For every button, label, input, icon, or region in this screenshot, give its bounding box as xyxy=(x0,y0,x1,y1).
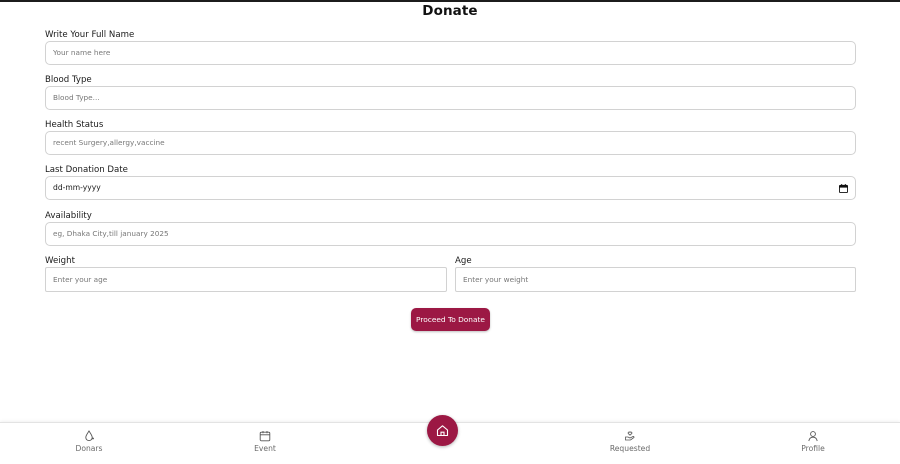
availability-input[interactable]: eg, Dhaka City,till january 2025 xyxy=(45,222,856,246)
weight-input[interactable]: Enter your age xyxy=(45,267,447,292)
last-donation-date-label: Last Donation Date xyxy=(45,165,128,175)
home-icon xyxy=(436,425,449,437)
nav-item-requested[interactable]: Requested xyxy=(600,430,660,453)
nav-item-profile[interactable]: Profile xyxy=(783,430,843,453)
page-title: Donate xyxy=(422,3,478,19)
availability-placeholder: eg, Dhaka City,till january 2025 xyxy=(53,229,169,238)
nav-label-donars: Donars xyxy=(75,444,103,453)
blood-drop-icon xyxy=(85,430,94,441)
nav-item-event[interactable]: Event xyxy=(235,430,295,453)
proceed-to-donate-button[interactable]: Proceed To Donate xyxy=(411,308,490,331)
home-button[interactable] xyxy=(427,415,458,446)
nav-item-donars[interactable]: Donars xyxy=(59,430,119,453)
health-status-input[interactable]: recent Surgery,allergy,vaccine xyxy=(45,131,856,155)
age-input[interactable]: Enter your weight xyxy=(455,267,856,292)
hand-heart-icon xyxy=(625,431,635,441)
nav-label-profile: Profile xyxy=(801,444,825,453)
calendar-picker-icon[interactable] xyxy=(839,184,848,193)
last-donation-date-input[interactable]: dd-mm-yyyy xyxy=(45,176,856,200)
weight-placeholder: Enter your age xyxy=(53,275,108,284)
full-name-placeholder: Your name here xyxy=(53,48,111,57)
availability-label: Availability xyxy=(45,211,92,221)
weight-label: Weight xyxy=(45,256,75,266)
full-name-label: Write Your Full Name xyxy=(45,30,135,40)
date-value: dd-mm-yyyy xyxy=(53,183,101,192)
blood-type-placeholder: Blood Type... xyxy=(53,93,100,102)
age-label: Age xyxy=(455,256,472,266)
top-border xyxy=(0,0,900,2)
health-status-placeholder: recent Surgery,allergy,vaccine xyxy=(53,138,165,147)
age-placeholder: Enter your weight xyxy=(463,275,529,284)
calendar-icon xyxy=(259,431,271,442)
nav-label-requested: Requested xyxy=(609,444,651,453)
blood-type-label: Blood Type xyxy=(45,75,92,85)
nav-label-event: Event xyxy=(254,444,276,453)
full-name-input[interactable]: Your name here xyxy=(45,41,856,65)
user-icon xyxy=(808,431,818,442)
health-status-label: Health Status xyxy=(45,120,104,130)
blood-type-input[interactable]: Blood Type... xyxy=(45,86,856,110)
